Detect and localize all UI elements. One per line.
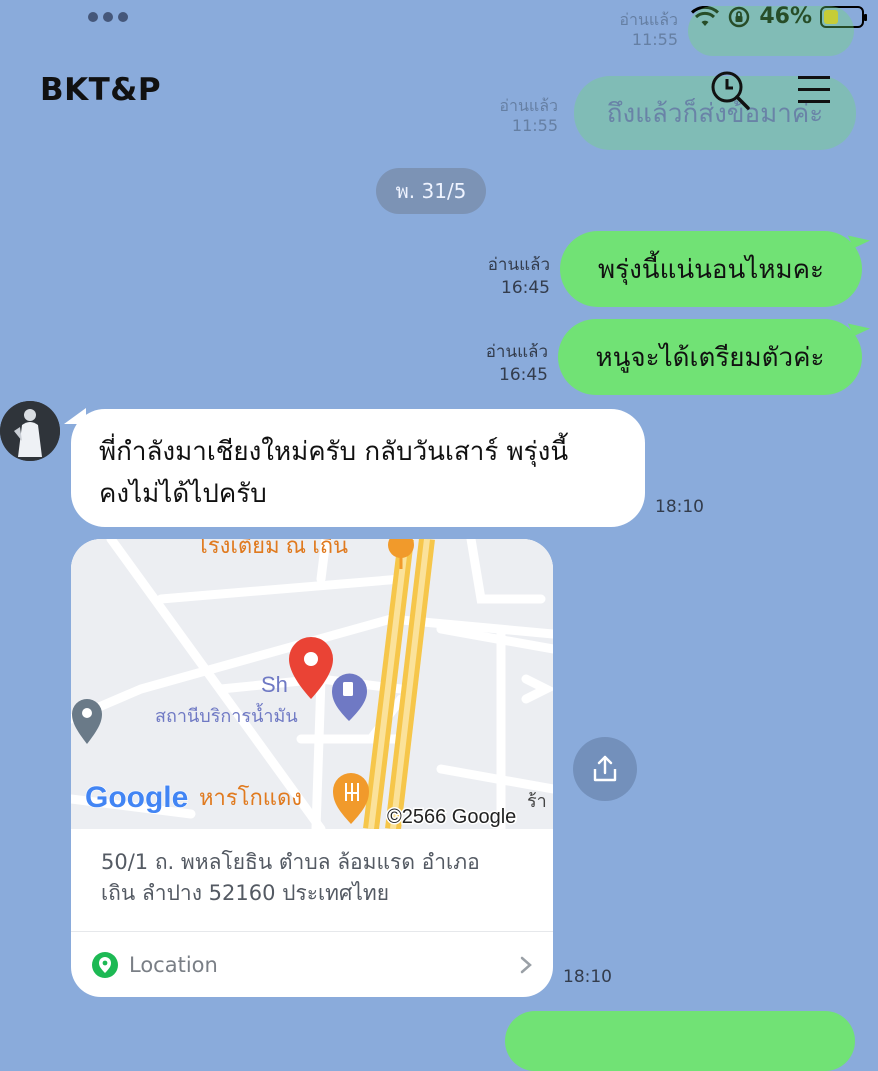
svg-text:Google: Google bbox=[85, 781, 188, 814]
svg-text:โรงเตียม ณ เถิน: โรงเตียม ณ เถิน bbox=[196, 539, 348, 558]
date-divider: พ. 31/5 bbox=[376, 168, 486, 214]
message-text: พรุ่งนี้แน่นอนไหมคะ bbox=[598, 254, 824, 285]
hamburger-menu-icon bbox=[798, 76, 830, 103]
address-line-1: 50/1 ถ. พหลโยธิน ตำบล ล้อมแรด อำเภอ bbox=[101, 850, 480, 874]
location-card[interactable]: โรงเตียม ณ เถิน Sh สถานีบริการน้ำมัน หาร… bbox=[71, 539, 553, 997]
map-preview[interactable]: โรงเตียม ณ เถิน Sh สถานีบริการน้ำมัน หาร… bbox=[71, 539, 553, 834]
read-status: อ่านแล้ว bbox=[487, 255, 550, 275]
ghost-read-status-1: อ่านแล้ว 11:55 bbox=[619, 10, 678, 49]
map-image: โรงเตียม ณ เถิน Sh สถานีบริการน้ำมัน หาร… bbox=[71, 539, 553, 834]
outgoing-message[interactable]: หนูจะได้เตรียมตัวค่ะ bbox=[558, 319, 862, 395]
outgoing-message[interactable]: พรุ่งนี้แน่นอนไหมคะ bbox=[560, 231, 862, 307]
message-meta: อ่านแล้ว 16:45 bbox=[468, 254, 550, 300]
svg-text:หารโกแดง: หารโกแดง bbox=[199, 785, 302, 810]
location-link[interactable]: Location bbox=[91, 949, 533, 981]
chat-title: BKT&P bbox=[40, 72, 162, 108]
svg-text:ร้า: ร้า bbox=[527, 791, 547, 811]
svg-text:Sh: Sh bbox=[261, 672, 288, 697]
message-text: หนูจะได้เตรียมตัวค่ะ bbox=[595, 342, 825, 373]
location-address: 50/1 ถ. พหลโยธิน ตำบล ล้อมแรด อำเภอ เถิน… bbox=[101, 847, 531, 909]
search-button[interactable] bbox=[708, 68, 752, 112]
search-icon bbox=[711, 71, 750, 110]
ghost-read-status-2: อ่านแล้ว 11:55 bbox=[499, 96, 558, 135]
outgoing-message-partial[interactable] bbox=[505, 1011, 855, 1071]
message-time: 16:45 bbox=[501, 278, 550, 298]
menu-button[interactable] bbox=[792, 68, 836, 112]
location-pin-icon bbox=[92, 952, 118, 978]
divider bbox=[71, 931, 553, 932]
share-button[interactable] bbox=[573, 737, 637, 801]
message-time: 18:10 bbox=[563, 967, 612, 987]
incoming-message[interactable]: พี่กำลังมาเชียงใหม่ครับ กลับวันเสาร์ พรุ… bbox=[71, 409, 645, 527]
location-label: Location bbox=[129, 953, 218, 977]
read-status: อ่านแล้ว bbox=[485, 342, 548, 362]
avatar[interactable] bbox=[0, 401, 60, 461]
message-text-line-2: คงไม่ได้ไปครับ bbox=[99, 479, 267, 509]
svg-text:สถานีบริการน้ำมัน: สถานีบริการน้ำมัน bbox=[155, 703, 298, 726]
window-dots bbox=[88, 12, 128, 22]
message-meta: อ่านแล้ว 16:45 bbox=[466, 341, 548, 387]
share-icon bbox=[593, 755, 617, 782]
avatar-image bbox=[0, 401, 60, 461]
message-text-line-1: พี่กำลังมาเชียงใหม่ครับ กลับวันเสาร์ พรุ… bbox=[99, 437, 569, 467]
address-line-2: เถิน ลำปาง 52160 ประเทศไทย bbox=[101, 881, 390, 905]
message-time: 18:10 bbox=[655, 497, 704, 517]
chevron-right-icon bbox=[520, 956, 532, 974]
ghost-bubble-top bbox=[688, 6, 854, 56]
svg-text:©2566 Google: ©2566 Google bbox=[387, 806, 516, 828]
message-time: 16:45 bbox=[499, 365, 548, 385]
